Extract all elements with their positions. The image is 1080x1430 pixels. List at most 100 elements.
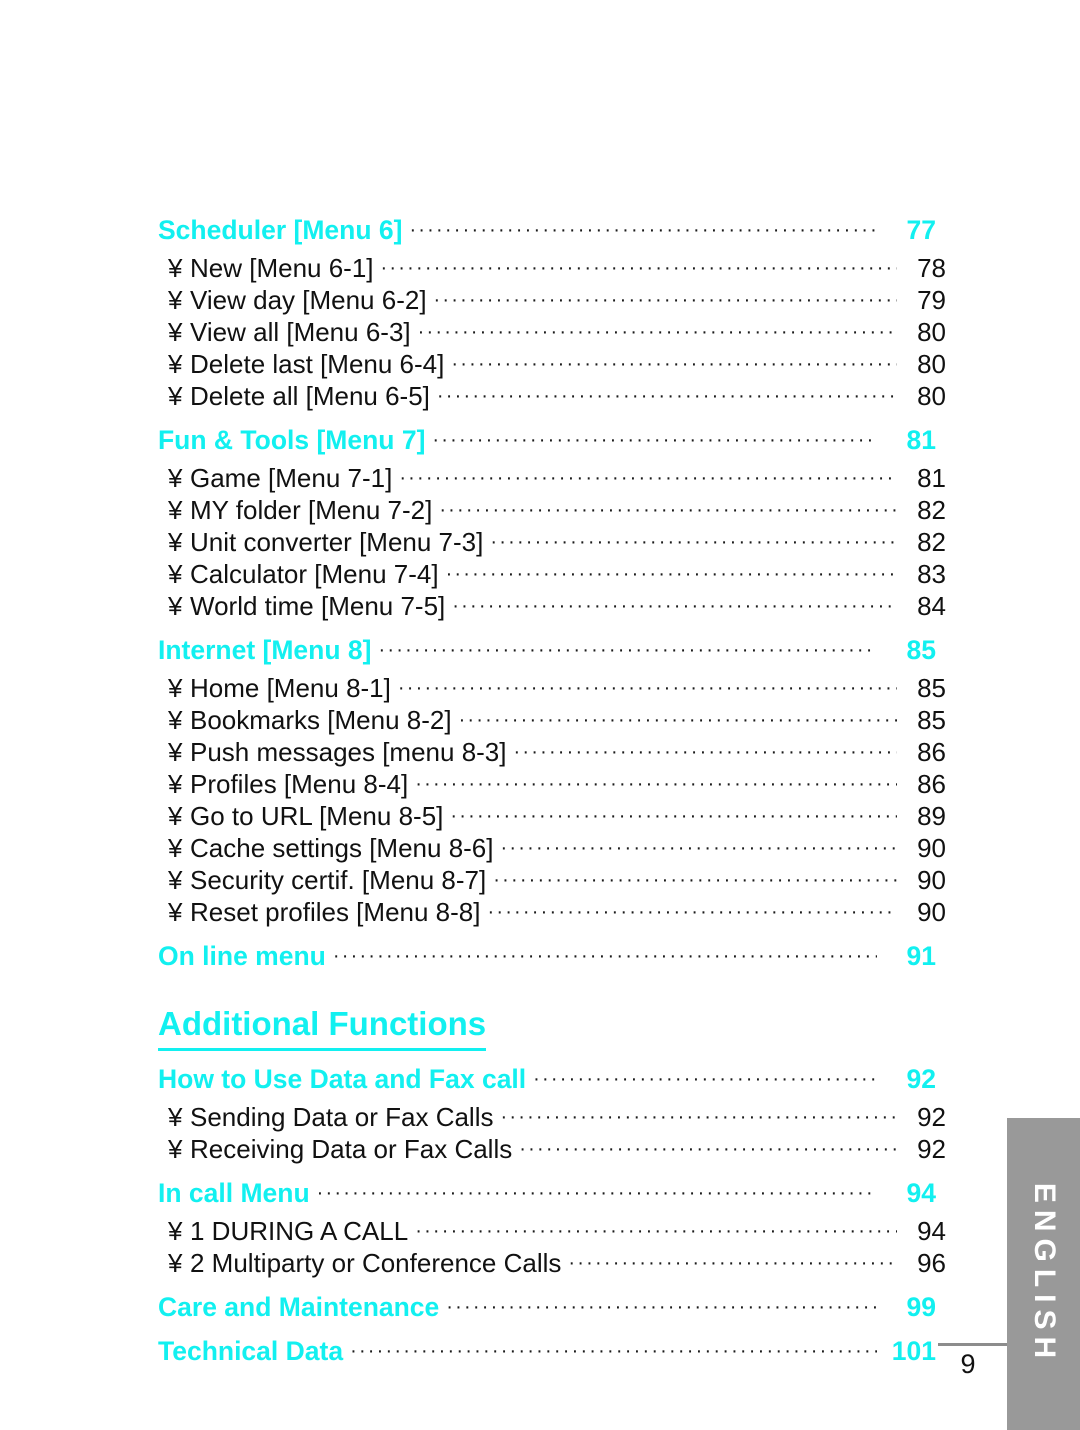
toc-item[interactable]: ¥ Receiving Data or Fax Calls ···········… [168, 1134, 946, 1165]
toc-section[interactable]: Care and Maintenance ····················… [158, 1292, 936, 1323]
toc-item-page: 78 [917, 253, 946, 283]
toc-item-label: ¥ Sending Data or Fax Calls [168, 1102, 493, 1133]
toc-item-text: Push messages [menu 8-3] [190, 737, 507, 767]
bullet-icon: ¥ [168, 591, 183, 621]
bullet-icon: ¥ [168, 705, 183, 735]
toc-section[interactable]: Scheduler [Menu 6] ······················… [158, 215, 936, 246]
toc-item-page: 90 [917, 897, 946, 927]
toc-item[interactable]: ¥ Delete all [Menu 6-5] ·················… [168, 381, 946, 412]
toc-item-text: Go to URL [Menu 8-5] [190, 801, 444, 831]
leader-dots: ········································… [452, 595, 897, 617]
leader-dots: ········································… [380, 257, 897, 279]
language-side-tab-label: ENGLISH [1027, 1182, 1061, 1366]
toc-item-text: Unit converter [Menu 7-3] [190, 527, 484, 557]
leader-dots: ········································… [490, 531, 897, 553]
toc-item[interactable]: ¥ Push messages [menu 8-3] ··············… [168, 737, 946, 768]
bullet-icon: ¥ [168, 865, 183, 895]
leader-dots: ········································… [417, 321, 897, 343]
toc-item-text: 2 Multiparty or Conference Calls [190, 1247, 562, 1278]
toc-item-text: 1 DURING A CALL [190, 1215, 409, 1246]
toc-item-label: ¥ MY folder [Menu 7-2] [168, 495, 432, 526]
toc-item-page: 85 [917, 673, 946, 703]
toc-section-label: In call Menu [158, 1177, 310, 1208]
toc-item-page: 79 [917, 285, 946, 315]
toc-item-label: ¥ Calculator [Menu 7-4] [168, 559, 439, 590]
toc-item-label: ¥ Cache settings [Menu 8-6] [168, 833, 494, 864]
toc-item[interactable]: ¥ Home [Menu 8-1] ·······················… [168, 673, 946, 704]
leader-dots: ········································… [432, 429, 877, 451]
toc-item[interactable]: ¥ Go to URL [Menu 8-5] ··················… [168, 801, 946, 832]
toc-item-page: 96 [917, 1247, 946, 1278]
toc-item-page: 92 [917, 1133, 946, 1164]
toc-section[interactable]: In call Menu ····························… [158, 1178, 936, 1209]
leader-dots: ········································… [487, 901, 897, 923]
toc-item[interactable]: ¥ New [Menu 6-1] ························… [168, 253, 946, 284]
toc-item-page: 86 [917, 769, 946, 799]
toc-item-text: Sending Data or Fax Calls [190, 1101, 494, 1132]
toc-item[interactable]: ¥ Security certif. [Menu 8-7] ···········… [168, 865, 946, 896]
toc-item[interactable]: ¥ Calculator [Menu 7-4] ·················… [168, 559, 946, 590]
toc-item[interactable]: ¥ Delete last [Menu 6-4] ················… [168, 349, 946, 380]
leader-dots: ········································… [415, 773, 897, 795]
page-number: 9 [960, 1349, 976, 1379]
toc-item[interactable]: ¥ 1 DURING A CALL ·······················… [168, 1216, 946, 1247]
toc-section-page: 85 [906, 635, 936, 665]
toc-item-text: New [Menu 6-1] [190, 253, 374, 283]
toc-item-page: 80 [917, 381, 946, 411]
toc-item[interactable]: ¥ Cache settings [Menu 8-6] ·············… [168, 833, 946, 864]
leader-dots: ········································… [399, 467, 897, 489]
bullet-icon: ¥ [168, 1247, 183, 1278]
toc-item[interactable]: ¥ Bookmarks [Menu 8-2] ··················… [168, 705, 946, 736]
toc-item[interactable]: ¥ View day [Menu 6-2] ···················… [168, 285, 946, 316]
toc-item-label: ¥ 2 Multiparty or Conference Calls [168, 1248, 561, 1279]
toc-item-page: 94 [917, 1215, 946, 1246]
bullet-icon: ¥ [168, 1101, 183, 1132]
toc-section[interactable]: Internet [Menu 8] ·······················… [158, 635, 936, 666]
bullet-icon: ¥ [168, 463, 183, 493]
toc-item[interactable]: ¥ MY folder [Menu 7-2] ··················… [168, 495, 946, 526]
toc-item-label: ¥ View day [Menu 6-2] [168, 285, 427, 316]
toc-item-page: 85 [917, 705, 946, 735]
leader-dots: ········································… [439, 499, 897, 521]
leader-dots: ········································… [513, 741, 898, 763]
toc-item-text: Reset profiles [Menu 8-8] [190, 897, 481, 927]
toc-item[interactable]: ¥ Unit converter [Menu 7-3] ·············… [168, 527, 946, 558]
toc-item[interactable]: ¥ Reset profiles [Menu 8-8] ·············… [168, 897, 946, 928]
toc-section-page: 94 [906, 1177, 936, 1208]
toc-item-text: View day [Menu 6-2] [190, 285, 427, 315]
toc-section[interactable]: How to Use Data and Fax call ············… [158, 1064, 936, 1095]
toc-section[interactable]: Fun & Tools [Menu 7] ····················… [158, 425, 936, 456]
toc-section-page: 91 [906, 941, 936, 971]
toc-section-label: Internet [Menu 8] [158, 635, 372, 665]
toc-item[interactable]: ¥ View all [Menu 6-3] ···················… [168, 317, 946, 348]
toc-item-page: 80 [917, 317, 946, 347]
leader-dots: ········································… [493, 869, 897, 891]
toc-section-label: Care and Maintenance [158, 1291, 440, 1322]
toc-item-label: ¥ Profiles [Menu 8-4] [168, 769, 408, 800]
leader-dots: ········································… [436, 385, 897, 407]
leader-dots: ········································… [568, 1251, 897, 1274]
toc-section[interactable]: On line menu ····························… [158, 941, 936, 972]
toc-section-label: Scheduler [Menu 6] [158, 215, 403, 245]
toc-item-text: View all [Menu 6-3] [190, 317, 411, 347]
leader-dots: ········································… [415, 1219, 897, 1242]
toc-item-text: MY folder [Menu 7-2] [190, 495, 433, 525]
leader-dots: ········································… [458, 709, 897, 731]
toc-item[interactable]: ¥ Sending Data or Fax Calls ·············… [168, 1102, 946, 1133]
toc-item-label: ¥ Security certif. [Menu 8-7] [168, 865, 486, 896]
toc-item[interactable]: ¥ Profiles [Menu 8-4] ···················… [168, 769, 946, 800]
toc-section[interactable]: Technical Data ··························… [158, 1336, 936, 1367]
bullet-icon: ¥ [168, 285, 183, 315]
leader-dots: ········································… [519, 1137, 897, 1160]
toc-section-label: Technical Data [158, 1335, 344, 1366]
toc-item-label: ¥ World time [Menu 7-5] [168, 591, 445, 622]
bullet-icon: ¥ [168, 737, 183, 767]
toc-item-page: 82 [917, 527, 946, 557]
language-side-tab: ENGLISH [1007, 1118, 1080, 1430]
leader-dots: ········································… [500, 837, 898, 859]
bullet-icon: ¥ [168, 769, 183, 799]
toc-section-page: 92 [906, 1063, 936, 1094]
toc-item[interactable]: ¥ Game [Menu 7-1] ·······················… [168, 463, 946, 494]
toc-item[interactable]: ¥ 2 Multiparty or Conference Calls ······… [168, 1248, 946, 1279]
toc-item[interactable]: ¥ World time [Menu 7-5] ·················… [168, 591, 946, 622]
